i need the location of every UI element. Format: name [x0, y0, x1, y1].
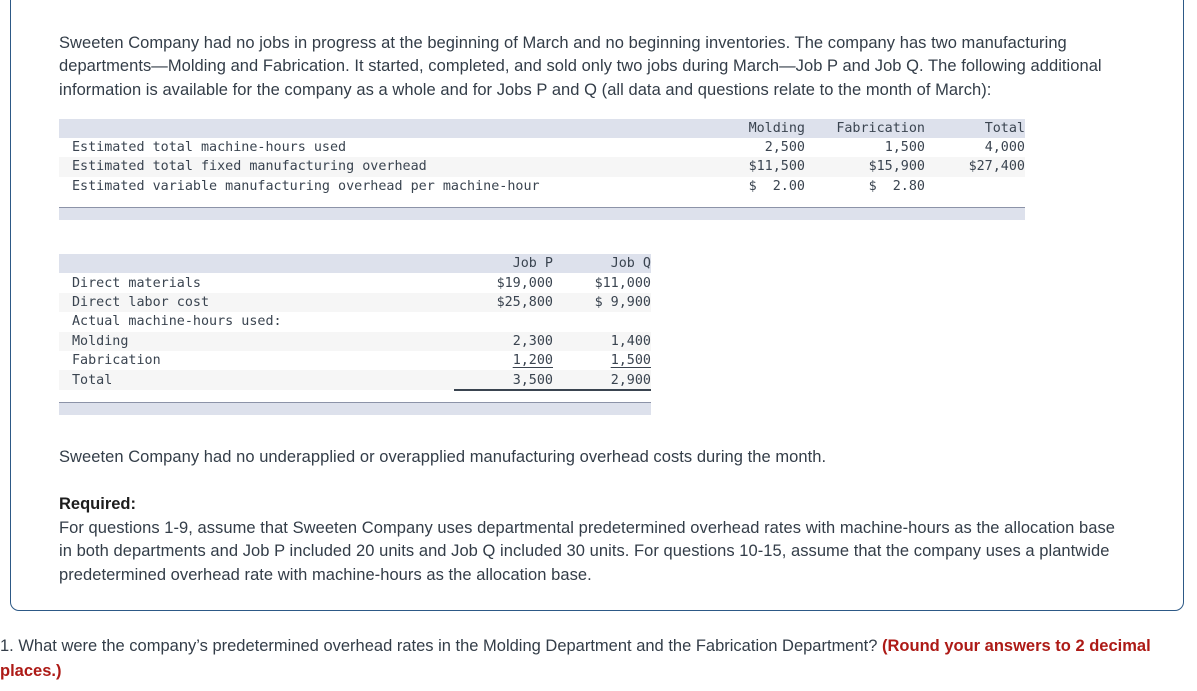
estimates-row-molding: 2,500 [764, 140, 805, 156]
table-row: Molding 2,300 1,400 [59, 331, 651, 352]
jobs-row-job-p: $19,000 [496, 275, 553, 291]
jobs-row-job-p: 2,300 [454, 331, 553, 352]
estimates-table: Molding Fabrication Total Estimated tota… [59, 118, 1025, 197]
estimates-row-fabrication: $15,900 [805, 157, 925, 177]
estimates-header-row: Molding Fabrication Total [59, 118, 1025, 138]
jobs-row-label: Fabrication [72, 353, 161, 369]
jobs-row-label: Direct materials [72, 275, 201, 291]
estimates-table-head: Molding Fabrication Total [59, 118, 1025, 138]
jobs-table: Job P Job Q Direct materials $19,000 $11… [59, 254, 651, 391]
jobs-row-label: Actual machine-hours used: [72, 314, 282, 330]
jobs-row-job-q: 2,900 [553, 370, 651, 391]
jobs-row-job-q: 1,500 [610, 353, 651, 369]
table-row: Direct labor cost $25,800 $ 9,900 [59, 292, 651, 313]
estimates-row-label: Estimated total machine-hours used [72, 140, 347, 156]
jobs-row-job-q: $11,000 [594, 275, 651, 291]
estimates-row-fabrication: $ 2.80 [868, 178, 925, 194]
jobs-row-job-p [454, 312, 553, 331]
estimates-table-wrapper: Molding Fabrication Total Estimated tota… [59, 118, 1135, 221]
jobs-row-job-p: 1,200 [512, 353, 553, 369]
jobs-row-label: Direct labor cost [59, 292, 454, 313]
estimates-row-label: Estimated variable manufacturing overhea… [72, 178, 540, 194]
overhead-note-paragraph: Sweeten Company had no underapplied or o… [59, 447, 827, 466]
estimates-row-molding: $ 2.00 [748, 178, 805, 194]
jobs-header-blank [59, 254, 454, 274]
jobs-table-spacer [59, 391, 1135, 402]
required-body-paragraph: For questions 1-9, assume that Sweeten C… [59, 518, 1115, 584]
question-text: 1. What were the company’s predetermined… [0, 637, 883, 655]
jobs-row-label: Total [59, 370, 454, 391]
jobs-table-head: Job P Job Q [59, 254, 651, 274]
table-row: Estimated variable manufacturing overhea… [59, 177, 1025, 196]
estimates-header-total: Total [925, 118, 1025, 138]
estimates-header-fabrication: Fabrication [805, 118, 925, 138]
jobs-row-job-q [553, 312, 651, 331]
jobs-table-footer-bar [59, 401, 651, 415]
jobs-header-job-p: Job P [454, 254, 553, 274]
estimates-row-total: $27,400 [925, 157, 1025, 177]
intro-paragraph: Sweeten Company had no jobs in progress … [59, 33, 1102, 99]
estimates-table-body: Estimated total machine-hours used 2,500… [59, 138, 1025, 196]
table-row: Direct materials $19,000 $11,000 [59, 273, 651, 292]
estimates-table-footer-bar [59, 207, 1025, 221]
question-block: 1. What were the company’s predetermined… [0, 634, 1190, 684]
jobs-header-row: Job P Job Q [59, 254, 651, 274]
jobs-table-body: Direct materials $19,000 $11,000 Direct … [59, 273, 651, 391]
table-row: Estimated total fixed manufacturing over… [59, 157, 1025, 177]
estimates-header-blank [59, 118, 695, 138]
estimates-row-total: 4,000 [984, 140, 1025, 156]
problem-card: Sweeten Company had no jobs in progress … [10, 0, 1184, 611]
estimates-row-total [925, 177, 1025, 196]
estimates-row-label: Estimated total fixed manufacturing over… [59, 157, 695, 177]
jobs-table-wrapper: Job P Job Q Direct materials $19,000 $11… [59, 254, 1135, 415]
estimates-table-spacer [59, 196, 1135, 207]
estimates-row-molding: $11,500 [695, 157, 805, 177]
jobs-row-job-q: 1,400 [553, 331, 651, 352]
jobs-row-label: Molding [59, 331, 454, 352]
jobs-header-job-q: Job Q [553, 254, 651, 274]
table-row: Actual machine-hours used: [59, 312, 651, 331]
table-row: Estimated total machine-hours used 2,500… [59, 138, 1025, 157]
table-row: Fabrication 1,200 1,500 [59, 351, 651, 370]
problem-card-content: Sweeten Company had no jobs in progress … [59, 15, 1135, 587]
table-row: Total 3,500 2,900 [59, 370, 651, 391]
jobs-row-job-q: $ 9,900 [553, 292, 651, 313]
jobs-row-job-p: 3,500 [454, 370, 553, 391]
estimates-header-molding: Molding [695, 118, 805, 138]
required-label: Required: [59, 495, 137, 514]
estimates-row-fabrication: 1,500 [884, 140, 925, 156]
jobs-row-job-p: $25,800 [454, 292, 553, 313]
